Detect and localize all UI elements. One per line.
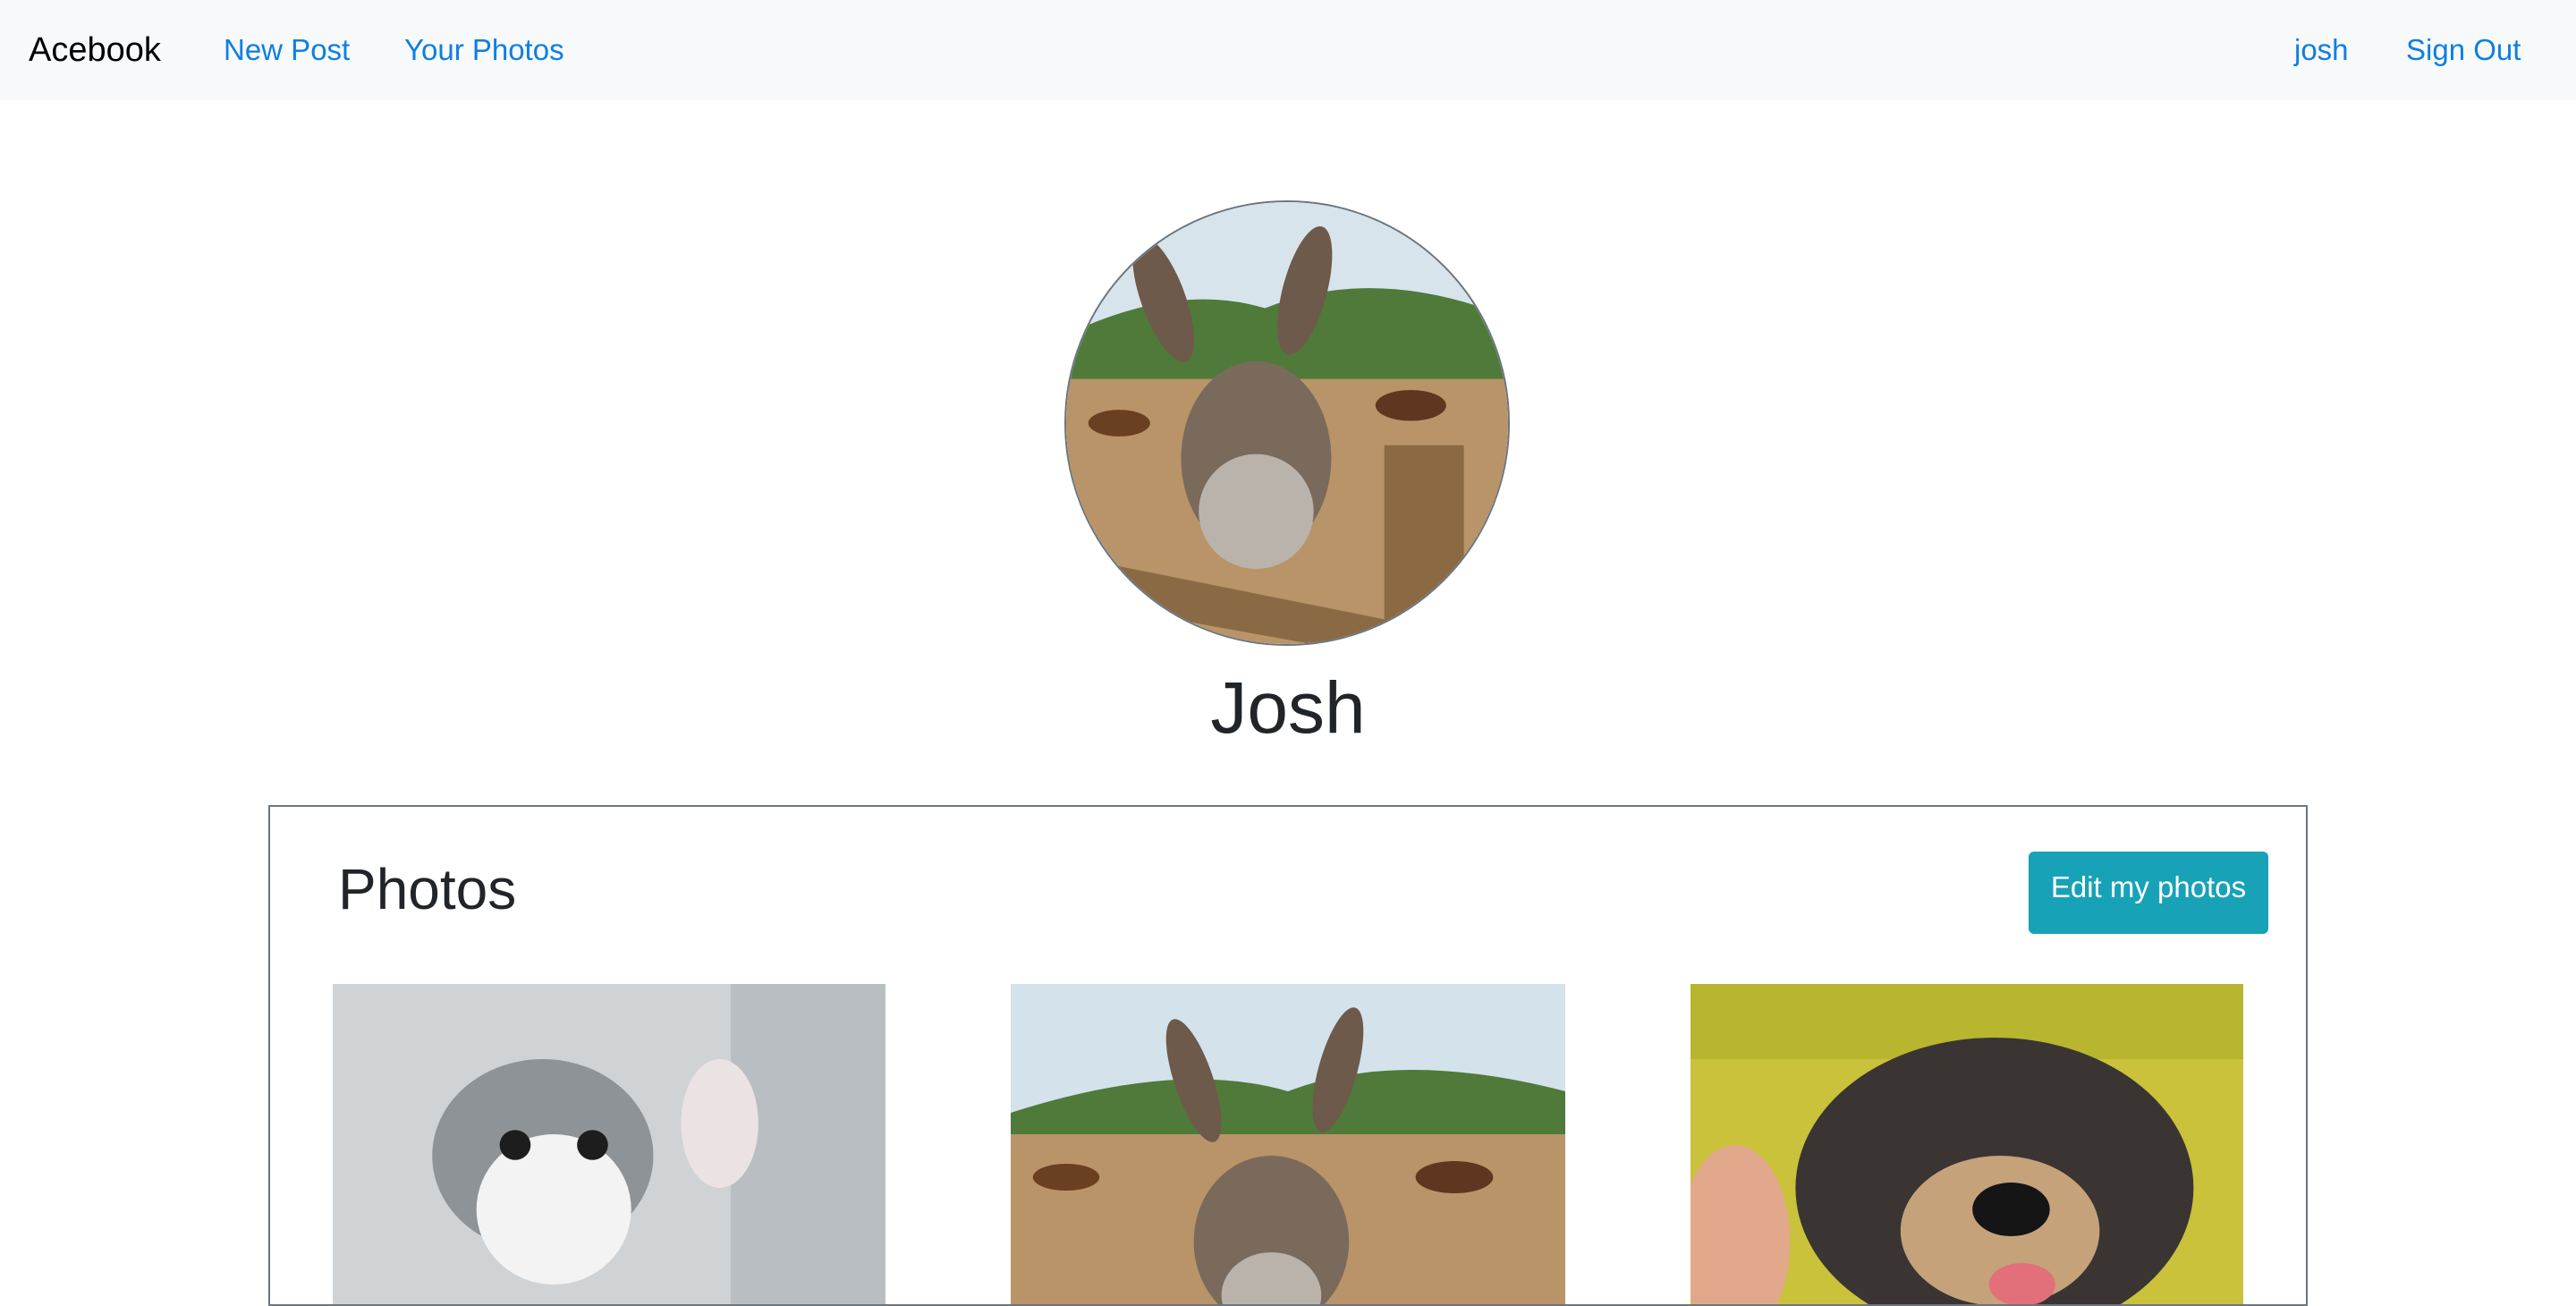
profile-link[interactable]: josh (2294, 30, 2349, 70)
profile-avatar (1064, 200, 1510, 646)
navbar: Acebook New Post Your Photos josh Sign O… (0, 0, 2576, 100)
your-photos-link[interactable]: Your Photos (404, 30, 564, 70)
photos-card: Photos Edit my photos (268, 805, 2308, 1306)
photo-dog[interactable] (1690, 984, 2243, 1304)
brand-link[interactable]: Acebook (29, 29, 161, 72)
sign-out-link[interactable]: Sign Out (2406, 30, 2521, 70)
photo-kitten[interactable] (333, 984, 886, 1304)
photos-title: Photos (338, 857, 517, 921)
new-post-link[interactable]: New Post (224, 30, 350, 70)
photo-donkey[interactable] (1011, 984, 1565, 1304)
edit-photos-button[interactable]: Edit my photos (2029, 852, 2268, 934)
profile-name: Josh (1210, 667, 1366, 749)
